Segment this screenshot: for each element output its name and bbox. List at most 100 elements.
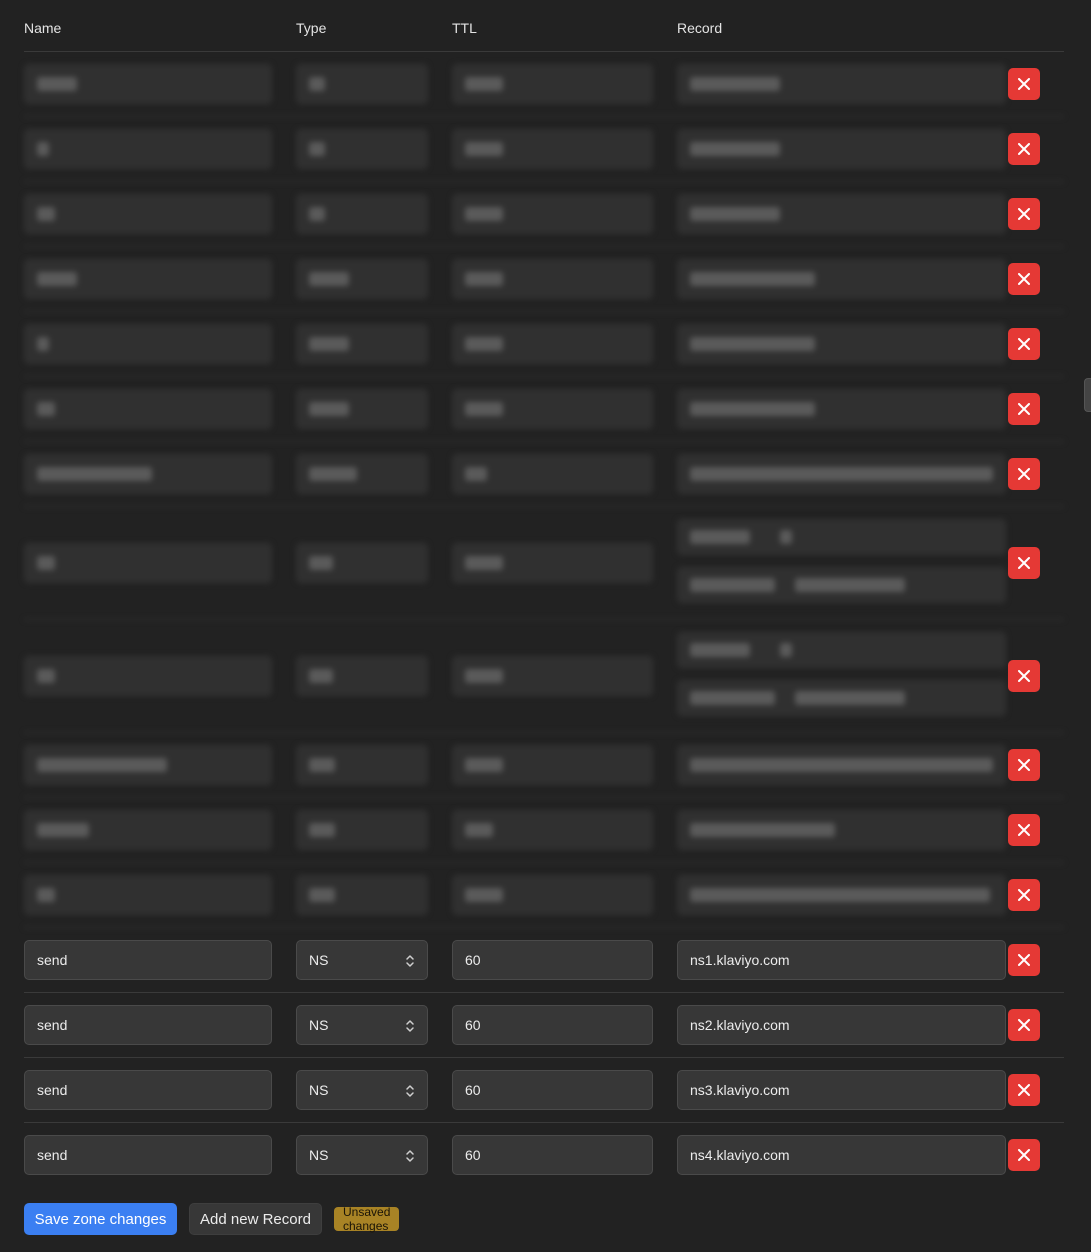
delete-record-button[interactable] <box>1008 68 1040 100</box>
delete-record-button[interactable] <box>1008 944 1040 976</box>
ttl-input[interactable]: 60 <box>452 940 653 980</box>
name-input-redacted[interactable] <box>24 259 272 299</box>
delete-record-button[interactable] <box>1008 1074 1040 1106</box>
delete-record-button[interactable] <box>1008 458 1040 490</box>
record-part-input-redacted[interactable] <box>677 632 1006 668</box>
ttl-input-redacted[interactable] <box>452 875 653 915</box>
name-input[interactable]: send <box>24 1070 272 1110</box>
ttl-input-redacted[interactable] <box>452 454 653 494</box>
ttl-input-redacted[interactable] <box>452 324 653 364</box>
record-input-redacted[interactable] <box>677 810 1006 850</box>
record-input-redacted[interactable] <box>677 875 1006 915</box>
ttl-input-redacted[interactable] <box>452 745 653 785</box>
ttl-value: 60 <box>465 1147 481 1163</box>
name-value: send <box>37 1082 68 1098</box>
type-select-redacted[interactable] <box>296 875 428 915</box>
type-select-redacted[interactable] <box>296 810 428 850</box>
ttl-input-redacted[interactable] <box>452 543 653 583</box>
record-input-redacted[interactable] <box>677 324 1006 364</box>
name-input-redacted[interactable] <box>24 543 272 583</box>
name-input[interactable]: send <box>24 1005 272 1045</box>
redacted-record-row <box>24 620 1064 733</box>
type-select-redacted[interactable] <box>296 259 428 299</box>
redacted-record-row <box>24 117 1064 182</box>
name-input-redacted[interactable] <box>24 194 272 234</box>
type-select-redacted[interactable] <box>296 64 428 104</box>
table-header: Name Type TTL Record <box>24 0 1064 52</box>
type-select[interactable]: NS <box>296 1070 428 1110</box>
redacted-record-row <box>24 247 1064 312</box>
ttl-input[interactable]: 60 <box>452 1070 653 1110</box>
type-value: NS <box>309 952 329 968</box>
record-input[interactable]: ns3.klaviyo.com <box>677 1070 1006 1110</box>
chevron-up-down-icon <box>406 1085 414 1097</box>
ttl-input[interactable]: 60 <box>452 1005 653 1045</box>
record-part-input-redacted[interactable] <box>677 519 1006 555</box>
delete-record-button[interactable] <box>1008 1009 1040 1041</box>
delete-record-button[interactable] <box>1008 133 1040 165</box>
delete-record-button[interactable] <box>1008 328 1040 360</box>
delete-record-button[interactable] <box>1008 393 1040 425</box>
type-select[interactable]: NS <box>296 1135 428 1175</box>
record-input-redacted[interactable] <box>677 259 1006 299</box>
name-input-redacted[interactable] <box>24 129 272 169</box>
name-input-redacted[interactable] <box>24 745 272 785</box>
record-part-input-redacted[interactable] <box>677 567 1006 603</box>
ttl-input-redacted[interactable] <box>452 194 653 234</box>
name-input-redacted[interactable] <box>24 324 272 364</box>
record-input[interactable]: ns4.klaviyo.com <box>677 1135 1006 1175</box>
record-part-input-redacted[interactable] <box>677 680 1006 716</box>
ttl-input[interactable]: 60 <box>452 1135 653 1175</box>
type-select-redacted[interactable] <box>296 745 428 785</box>
redacted-record-row <box>24 798 1064 863</box>
delete-record-button[interactable] <box>1008 547 1040 579</box>
type-select-redacted[interactable] <box>296 543 428 583</box>
type-select-redacted[interactable] <box>296 324 428 364</box>
record-input-redacted[interactable] <box>677 454 1006 494</box>
ttl-input-redacted[interactable] <box>452 656 653 696</box>
record-input-redacted[interactable] <box>677 64 1006 104</box>
record-input[interactable]: ns2.klaviyo.com <box>677 1005 1006 1045</box>
close-icon <box>1018 208 1030 220</box>
ttl-input-redacted[interactable] <box>452 259 653 299</box>
name-input-redacted[interactable] <box>24 875 272 915</box>
column-header-name: Name <box>24 20 62 36</box>
delete-record-button[interactable] <box>1008 749 1040 781</box>
save-zone-changes-button[interactable]: Save zone changes <box>24 1203 177 1235</box>
type-select-redacted[interactable] <box>296 454 428 494</box>
close-icon <box>1018 338 1030 350</box>
type-select[interactable]: NS <box>296 940 428 980</box>
delete-record-button[interactable] <box>1008 660 1040 692</box>
record-input-redacted[interactable] <box>677 389 1006 429</box>
type-select-redacted[interactable] <box>296 389 428 429</box>
delete-record-button[interactable] <box>1008 879 1040 911</box>
record-input-redacted[interactable] <box>677 194 1006 234</box>
add-new-record-button[interactable]: Add new Record <box>189 1203 322 1235</box>
record-input-redacted[interactable] <box>677 745 1006 785</box>
delete-record-button[interactable] <box>1008 198 1040 230</box>
scrollbar-handle[interactable] <box>1084 378 1091 412</box>
record-input-redacted[interactable] <box>677 129 1006 169</box>
ttl-input-redacted[interactable] <box>452 389 653 429</box>
name-input-redacted[interactable] <box>24 64 272 104</box>
ttl-input-redacted[interactable] <box>452 129 653 169</box>
type-select-redacted[interactable] <box>296 656 428 696</box>
type-select-redacted[interactable] <box>296 129 428 169</box>
type-select[interactable]: NS <box>296 1005 428 1045</box>
delete-record-button[interactable] <box>1008 814 1040 846</box>
name-input-redacted[interactable] <box>24 810 272 850</box>
ttl-input-redacted[interactable] <box>452 810 653 850</box>
name-input-redacted[interactable] <box>24 454 272 494</box>
type-select-redacted[interactable] <box>296 194 428 234</box>
redacted-record-row <box>24 182 1064 247</box>
name-input-redacted[interactable] <box>24 389 272 429</box>
record-value: ns4.klaviyo.com <box>690 1147 790 1163</box>
ttl-input-redacted[interactable] <box>452 64 653 104</box>
delete-record-button[interactable] <box>1008 1139 1040 1171</box>
name-input-redacted[interactable] <box>24 656 272 696</box>
record-row: send NS 60 ns3.klaviyo.com <box>24 1058 1064 1123</box>
name-input[interactable]: send <box>24 1135 272 1175</box>
record-input[interactable]: ns1.klaviyo.com <box>677 940 1006 980</box>
name-input[interactable]: send <box>24 940 272 980</box>
delete-record-button[interactable] <box>1008 263 1040 295</box>
